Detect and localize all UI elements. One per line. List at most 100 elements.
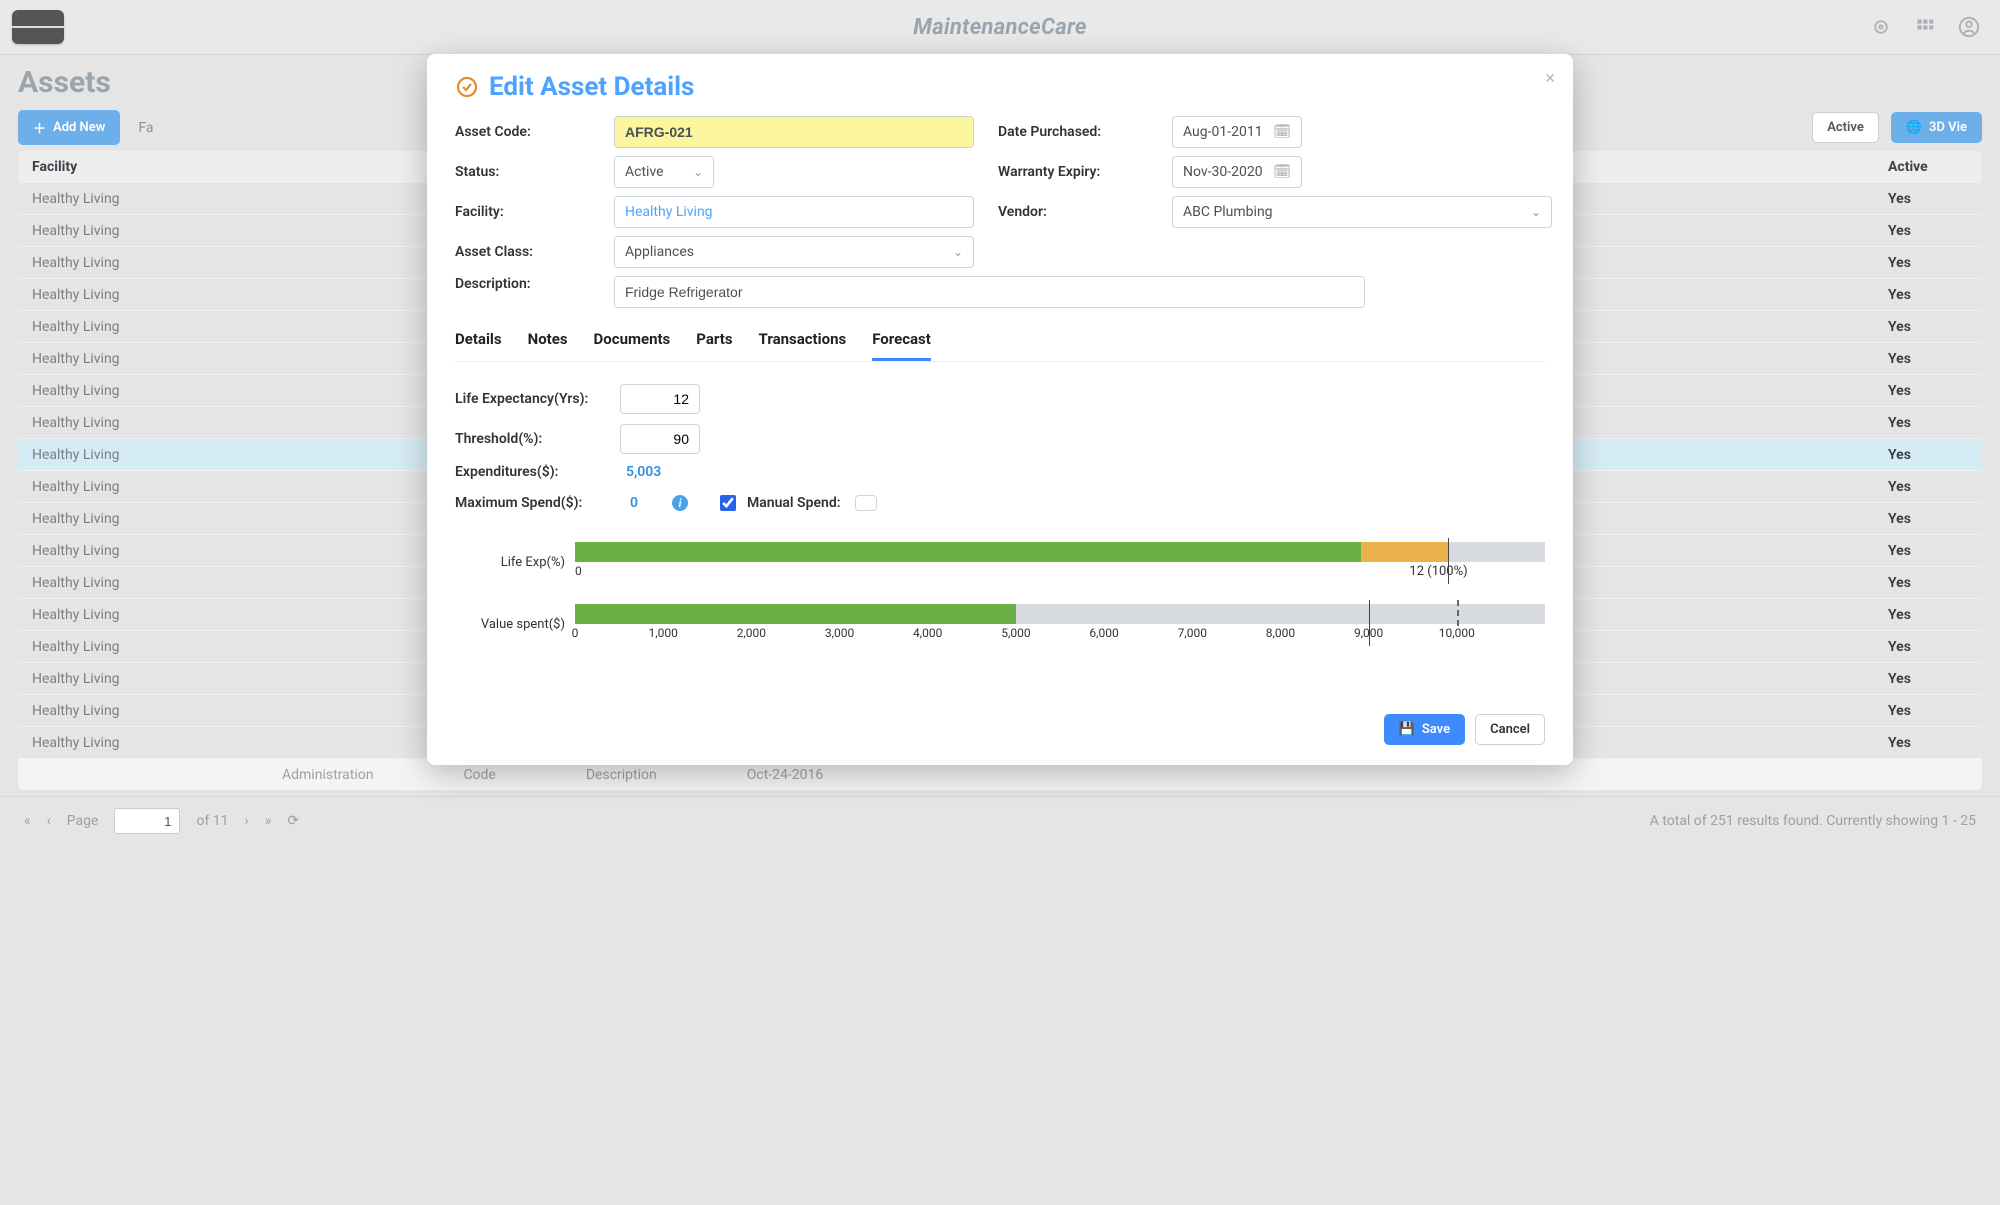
manual-spend-input[interactable] (855, 495, 877, 511)
active-cell: Yes (1888, 415, 1968, 431)
facility-cell: Healthy Living (32, 383, 282, 399)
settings-gear-icon[interactable] (1870, 16, 1892, 38)
pager-next-icon[interactable]: › (245, 813, 249, 829)
col-facility-header[interactable]: Facility (32, 159, 282, 175)
tab-notes[interactable]: Notes (528, 320, 568, 361)
value-axis-tick: 3,000 (825, 626, 854, 640)
active-cell: Yes (1888, 575, 1968, 591)
label-manual-spend: Manual Spend: (747, 495, 841, 511)
status-value: Active (625, 164, 664, 180)
facility-readonly[interactable]: Healthy Living (614, 196, 974, 228)
label-expenditures: Expenditures($): (455, 464, 610, 480)
life-axis-end: 12 (100%) (1409, 564, 1467, 579)
pager-last-icon[interactable]: » (265, 813, 272, 829)
cancel-button[interactable]: Cancel (1475, 714, 1545, 745)
facility-cell: Healthy Living (32, 479, 282, 495)
brand-logo: MaintenanceCare (913, 15, 1086, 40)
tab-documents[interactable]: Documents (594, 320, 671, 361)
save-label: Save (1422, 722, 1450, 737)
facility-cell: Healthy Living (32, 639, 282, 655)
facility-cell: Healthy Living (32, 351, 282, 367)
value-axis-tick: 1,000 (649, 626, 678, 640)
globe-icon: 🌐 (1906, 120, 1922, 135)
description-input[interactable] (614, 276, 1365, 308)
threshold-input[interactable] (620, 424, 700, 454)
value-axis-tick: 2,000 (737, 626, 766, 640)
label-facility: Facility: (455, 204, 590, 220)
user-profile-icon[interactable] (1958, 16, 1980, 38)
tab-transactions[interactable]: Transactions (759, 320, 847, 361)
tab-forecast[interactable]: Forecast (872, 320, 931, 361)
mid-desc: Description (586, 767, 657, 783)
life-axis-start: 0 (575, 564, 582, 578)
edit-gear-check-icon (455, 75, 479, 99)
pager-refresh-icon[interactable]: ⟳ (287, 813, 299, 829)
label-warranty: Warranty Expiry: (998, 164, 1148, 180)
facility-cell: Healthy Living (32, 735, 282, 751)
tab-parts[interactable]: Parts (696, 320, 732, 361)
hamburger-menu-button[interactable] (12, 10, 64, 44)
facility-cell: Healthy Living (32, 447, 282, 463)
vendor-select[interactable]: ABC Plumbing (1172, 196, 1552, 228)
save-button[interactable]: 💾 Save (1384, 714, 1465, 745)
page-title: Assets (18, 65, 111, 100)
apps-grid-icon[interactable] (1914, 16, 1936, 38)
label-description: Description: (455, 276, 590, 308)
date-purchased-input[interactable]: Aug-01-2011 🗓 (1172, 116, 1302, 148)
pager-page-input[interactable] (114, 808, 180, 834)
active-cell: Yes (1888, 703, 1968, 719)
pager-summary: A total of 251 results found. Currently … (1650, 813, 1976, 829)
label-asset-class: Asset Class: (455, 244, 590, 260)
modal-close-button[interactable]: × (1545, 68, 1555, 89)
pager-first-icon[interactable]: « (24, 813, 31, 829)
life-expectancy-input[interactable] (620, 384, 700, 414)
active-cell: Yes (1888, 447, 1968, 463)
forecast-chart: Life Exp(%) 0 12 (100%) Value spent($) (455, 542, 1545, 644)
tab-details[interactable]: Details (455, 320, 502, 361)
label-asset-code: Asset Code: (455, 124, 590, 140)
3d-view-label: 3D Vie (1929, 120, 1967, 135)
facility-cell: Healthy Living (32, 191, 282, 207)
add-new-label: Add New (53, 120, 105, 135)
label-date-purchased: Date Purchased: (998, 124, 1148, 140)
asset-class-select[interactable]: Appliances (614, 236, 974, 268)
add-new-button[interactable]: ＋ Add New (18, 110, 120, 145)
3d-view-button[interactable]: 🌐 3D Vie (1891, 112, 1982, 143)
label-status: Status: (455, 164, 590, 180)
status-select[interactable]: Active (614, 156, 714, 188)
facility-cell: Healthy Living (32, 703, 282, 719)
active-filter-button[interactable]: Active (1812, 112, 1879, 143)
facility-cell: Healthy Living (32, 543, 282, 559)
active-cell: Yes (1888, 319, 1968, 335)
max-spend-link[interactable]: 0 (624, 495, 638, 511)
facility-value: Healthy Living (625, 204, 713, 220)
facility-filter[interactable]: Fa (138, 120, 153, 136)
facility-cell: Healthy Living (32, 415, 282, 431)
value-axis-tick: 6,000 (1089, 626, 1118, 640)
manual-spend-checkbox[interactable] (720, 495, 736, 511)
active-cell: Yes (1888, 735, 1968, 751)
pager-page-label: Page (67, 813, 99, 829)
edit-asset-modal: × Edit Asset Details Asset Code: Date Pu… (427, 54, 1573, 765)
active-cell: Yes (1888, 479, 1968, 495)
warranty-input[interactable]: Nov-30-2020 🗓 (1172, 156, 1302, 188)
active-cell: Yes (1888, 191, 1968, 207)
life-exp-bar (575, 542, 1545, 562)
asset-code-input[interactable] (614, 116, 974, 148)
pager-prev-icon[interactable]: ‹ (47, 813, 51, 829)
facility-cell: Healthy Living (32, 575, 282, 591)
chart-life-label: Life Exp(%) (455, 555, 565, 570)
label-vendor: Vendor: (998, 204, 1148, 220)
calendar-icon: 🗓 (1273, 164, 1291, 180)
value-axis-tick: 4,000 (913, 626, 942, 640)
value-axis-tick: 10,000 (1439, 626, 1475, 640)
col-active-header[interactable]: Active (1888, 159, 1968, 175)
active-cell: Yes (1888, 223, 1968, 239)
facility-cell: Healthy Living (32, 223, 282, 239)
expenditures-link[interactable]: 5,003 (620, 464, 705, 480)
facility-cell: Healthy Living (32, 671, 282, 687)
label-life-expectancy: Life Expectancy(Yrs): (455, 391, 610, 407)
active-cell: Yes (1888, 351, 1968, 367)
facility-cell: Healthy Living (32, 255, 282, 271)
info-icon[interactable]: i (672, 495, 688, 511)
